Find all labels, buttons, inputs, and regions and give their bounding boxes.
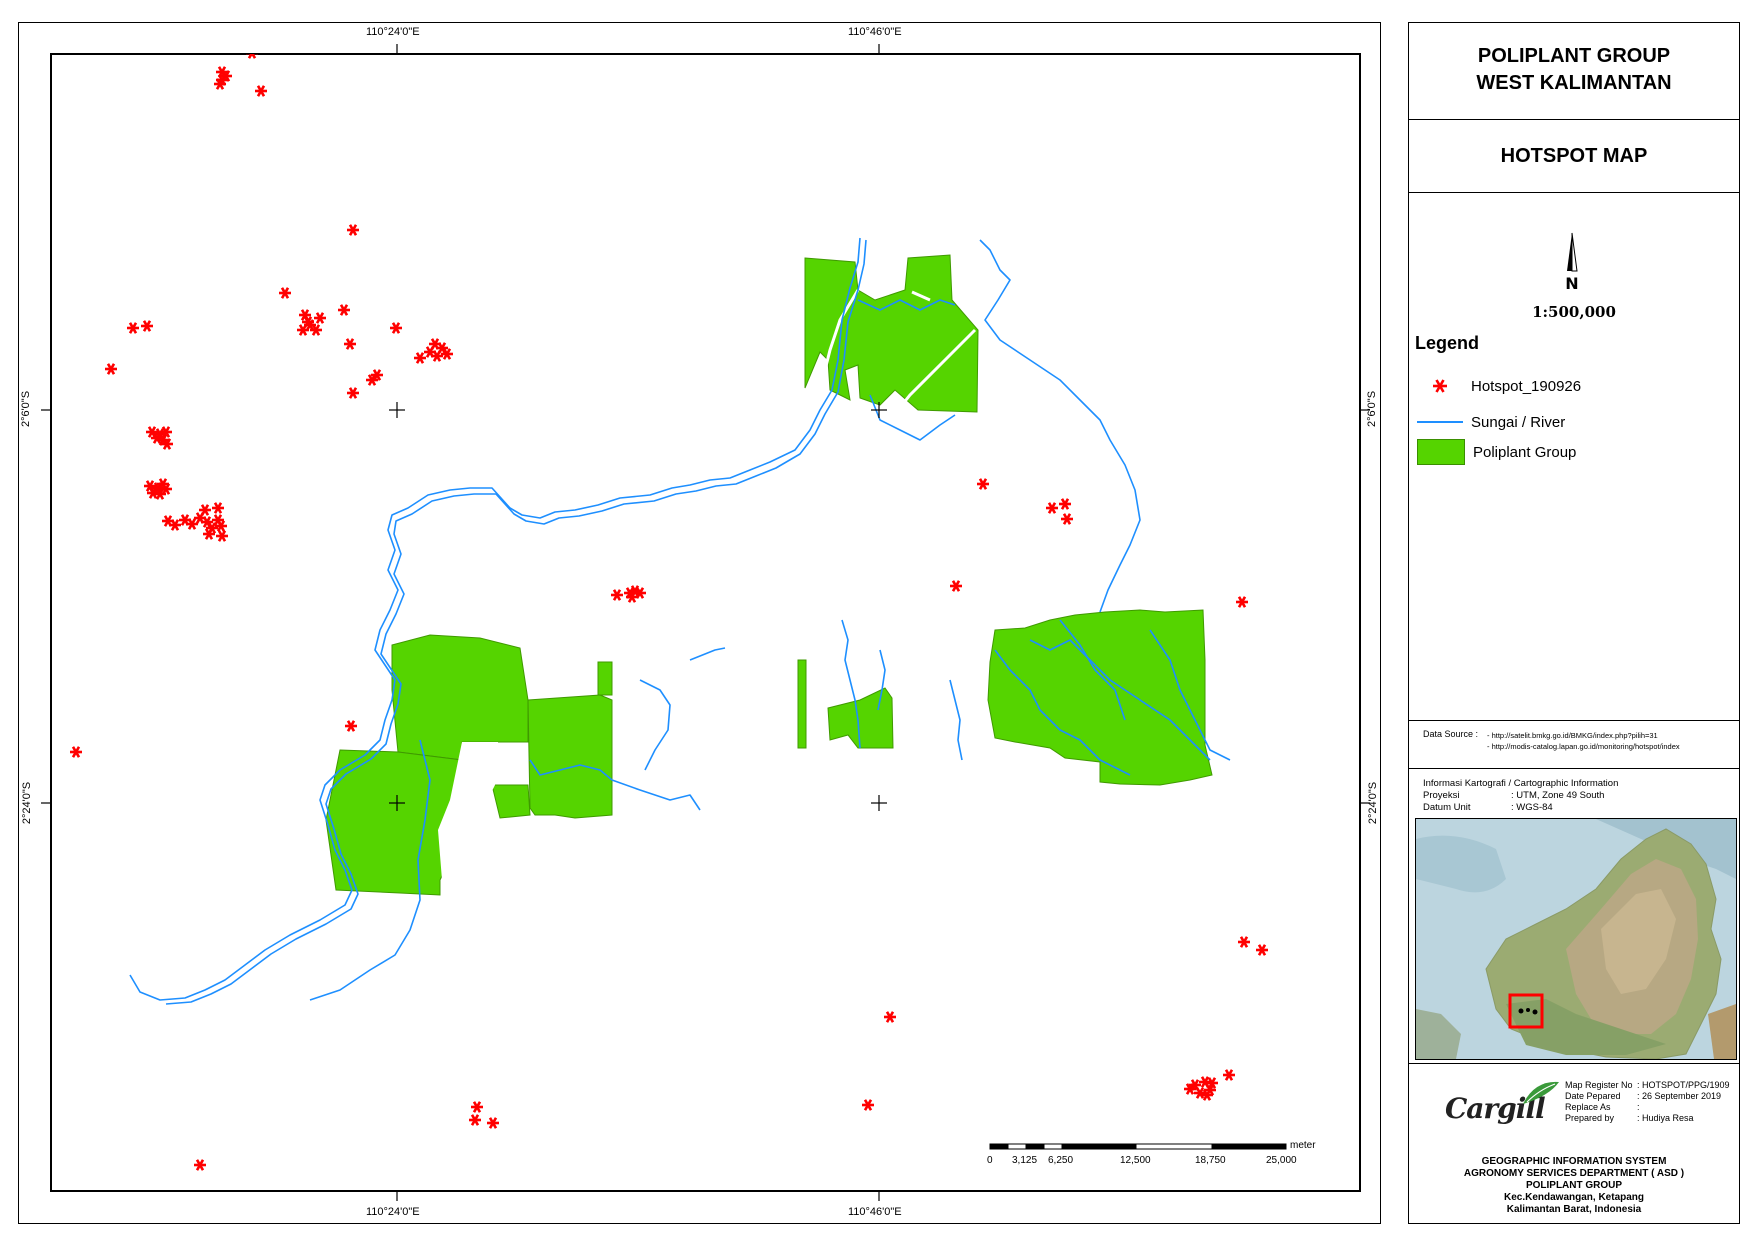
scalebar-tick-2: 6,250 [1048,1155,1074,1166]
map-register-table: Map Register No : HOTSPOT/PPG/1909 Date P… [1565,1080,1730,1124]
legend-item-hotspot: Hotspot_190926 [1415,373,1581,399]
projection-value: : UTM, Zone 49 South [1511,790,1605,801]
scalebar-graphic [989,1143,1287,1150]
river-west-east [611,779,701,811]
scalebar-tick-5: 25,000 [1266,1155,1297,1166]
projection-key: Proyeksi [1423,790,1460,801]
scalebar-tick-3: 12,500 [1120,1155,1151,1166]
register-key: Map Register No [1565,1080,1633,1090]
scalebar-unit: meter [1290,1140,1316,1151]
register-row: Map Register No : HOTSPOT/PPG/1909 [1565,1080,1730,1091]
plantation-fill-icon [1417,439,1465,465]
register-value: : HOTSPOT/PPG/1909 [1637,1080,1730,1090]
plantation-center-1 [797,659,807,749]
plantation-north [804,254,979,413]
prepared-value: : Hudiya Resa [1637,1113,1694,1123]
plantation-west-4 [491,784,531,819]
cartographic-info: Informasi Kartografi / Cartographic Info… [1423,778,1618,814]
river-west-north-2 [689,647,726,661]
legend-label-plantation: Poliplant Group [1473,443,1577,461]
legend-title: Legend [1415,333,1480,353]
metadata-block: Cargill Map Register No: HOTSPOT/PPG/190… [1409,1063,1739,1224]
org-line-1: GEOGRAPHIC INFORMATION SYSTEM [1481,1156,1667,1167]
org-title-line2: WEST KALIMANTAN [1476,72,1672,94]
datum-value: : WGS-84 [1511,802,1553,813]
scalebar-tick-1: 3,125 [1012,1155,1038,1166]
cartographic-info-title: Informasi Kartografi / Cartographic Info… [1423,778,1619,789]
prepared-row: Prepared by : Hudiya Resa [1565,1113,1730,1124]
inset-terrain-drawing [1416,819,1736,1059]
legend-label-river: Sungai / River [1471,413,1566,431]
river-northeast [979,239,1141,613]
hotspots [68,54,1270,1172]
scalebar-tick-0: 0 [987,1155,993,1166]
organization-info: GEOGRAPHIC INFORMATION SYSTEM AGRONOMY S… [1409,1156,1739,1216]
north-arrow-icon: N [1565,232,1579,293]
projection-row: Proyeksi : UTM, Zone 49 South [1423,790,1618,802]
river-main-north [129,237,861,1001]
map-title: HOTSPOT MAP [1409,120,1739,193]
replace-value: : [1637,1102,1640,1112]
legend-label-hotspot: Hotspot_190926 [1471,377,1582,395]
prepared-key: Prepared by [1565,1113,1615,1123]
replace-key: Replace As [1565,1102,1611,1112]
org-line-3: POLIPLANT GROUP [1525,1180,1623,1191]
info-panel: POLIPLANT GROUP WEST KALIMANTAN HOTSPOT … [1408,22,1740,1224]
org-line-2: AGRONOMY SERVICES DEPARTMENT ( ASD ) [1463,1168,1685,1179]
map-scale: 1:500,000 [1532,303,1616,321]
plantation-west-3 [527,694,613,819]
legend-block: N 1:500,000 Legend Hotspot_190926 Sungai… [1409,193,1739,721]
date-value: : 26 September 2019 [1637,1091,1722,1101]
data-source-link-1[interactable]: - http://satelit.bmkg.go.id/BMKG/index.p… [1487,731,1658,740]
river-west-north [639,679,671,771]
datum-key: Datum Unit [1423,802,1471,813]
river-line-icon [1417,421,1463,423]
org-line-4: Kec.Kendawangan, Ketapang [1503,1192,1645,1203]
org-line-5: Kalimantan Barat, Indonesia [1506,1204,1642,1215]
map-drawing [41,44,1370,1201]
river-center-3 [949,679,963,761]
org-title-line1: POLIPLANT GROUP [1477,45,1671,67]
river-main-north-2 [165,239,867,1005]
plantation-west-1 [391,634,529,761]
north-label: N [1565,274,1578,293]
inset-location-map [1415,818,1737,1060]
plantation-center-2 [827,687,894,749]
legend-item-river: Sungai / River [1415,409,1565,435]
scalebar-tick-4: 18,750 [1195,1155,1226,1166]
data-source-block: Data Source : - http://satelit.bmkg.go.i… [1409,721,1739,769]
data-source-label: Data Source : [1423,729,1479,739]
legend-item-plantation: Poliplant Group [1415,439,1576,465]
replace-row: Replace As: [1565,1102,1730,1113]
data-source-link-2[interactable]: - http://modis-catalog.lapan.go.id/monit… [1487,742,1680,751]
datum-row: Datum Unit : WGS-84 [1423,802,1618,814]
plantation-east [987,609,1213,786]
cargill-leaf-icon [1523,1081,1559,1104]
date-key: Date Pepared [1565,1091,1621,1101]
title-block: POLIPLANT GROUP WEST KALIMANTAN [1409,23,1739,120]
hotspot-asterisk-icon [1415,373,1465,399]
plantation-west-5 [597,661,613,696]
date-row: Date Pepared : 26 September 2019 [1565,1091,1730,1102]
